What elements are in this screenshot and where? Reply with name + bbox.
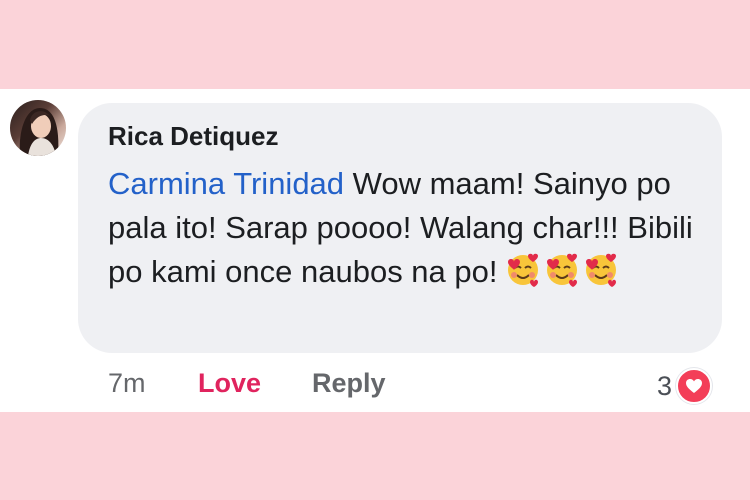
love-reaction-button[interactable]: Love	[198, 368, 261, 399]
mention-link[interactable]: Carmina Trinidad	[108, 166, 344, 201]
smiling-face-with-hearts-icon	[546, 253, 577, 287]
emoji-group	[504, 250, 621, 300]
bottom-pink-band	[0, 412, 750, 500]
comment-timestamp[interactable]: 7m	[108, 368, 146, 399]
reply-button[interactable]: Reply	[312, 368, 386, 399]
comment-author-name[interactable]: Rica Detiquez	[108, 121, 279, 152]
smiling-face-with-hearts-icon	[507, 253, 538, 287]
avatar[interactable]	[10, 100, 66, 156]
reaction-summary[interactable]: 3	[657, 366, 713, 406]
smiling-face-with-hearts-icon	[585, 253, 616, 287]
comment-text: Carmina Trinidad Wow maam! Sainyo po pal…	[108, 162, 708, 300]
heart-icon	[676, 368, 713, 404]
reaction-count: 3	[657, 370, 673, 401]
top-pink-band	[0, 0, 750, 89]
avatar-image	[19, 108, 59, 156]
